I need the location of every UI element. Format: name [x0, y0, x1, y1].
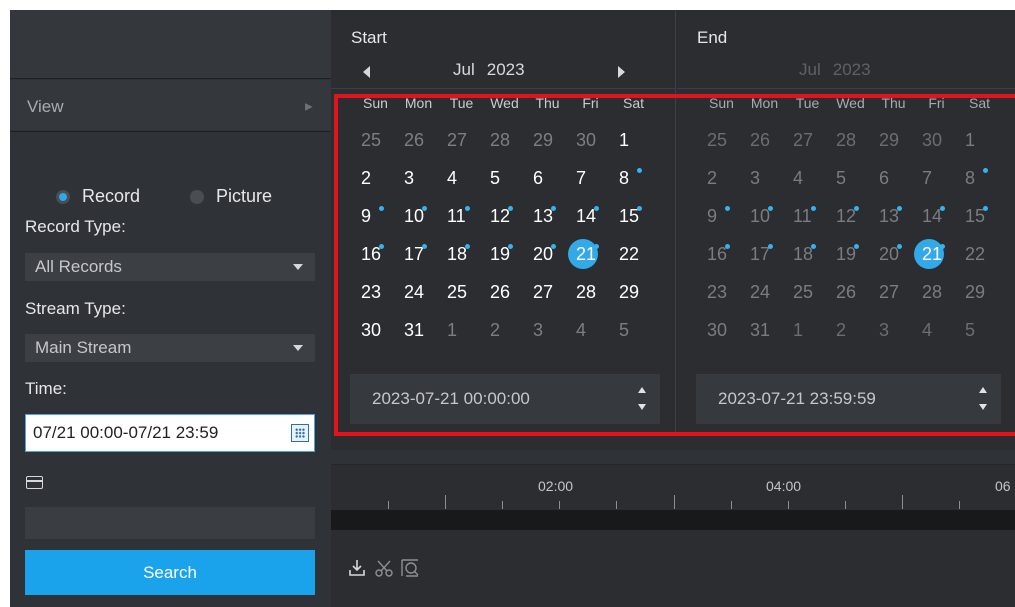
- caret-down-icon: [293, 264, 303, 270]
- timeline-tick: [788, 501, 789, 509]
- time-range-field[interactable]: 07/21 00:00-07/21 23:59: [25, 414, 315, 452]
- panel-header: [10, 10, 331, 79]
- radio-dot: [190, 189, 204, 204]
- timeline-tick: [731, 501, 732, 509]
- month-nav: Jul 2023: [331, 54, 675, 88]
- timeline-tick: [445, 495, 446, 509]
- timeline-tick: [902, 495, 903, 509]
- caret-down-icon: [293, 345, 303, 351]
- picture-radio-label: Picture: [216, 186, 273, 206]
- next-month-icon[interactable]: [618, 66, 625, 78]
- year-label: 2023: [832, 60, 871, 79]
- end-title: End: [697, 28, 728, 47]
- timeline[interactable]: 02:00 04:00 06: [331, 465, 1015, 510]
- month-year: Jul 2023: [799, 60, 871, 80]
- record-radio-label: Record: [82, 186, 141, 206]
- timeline-tick: [559, 501, 560, 509]
- timeline-label: 04:00: [766, 478, 802, 494]
- view-label: View: [27, 97, 64, 116]
- divider: [677, 88, 1015, 89]
- timeline-tick: [674, 495, 675, 509]
- timeline-track[interactable]: [331, 510, 1015, 530]
- time-range-value: 07/21 00:00-07/21 23:59: [33, 423, 219, 442]
- day-number: 21: [576, 243, 597, 264]
- year-label: 2023: [486, 60, 525, 79]
- timeline-tick: [845, 501, 846, 509]
- timeline-label: 06: [995, 478, 1011, 494]
- highlight-box: [334, 94, 1015, 436]
- month-label: Jul: [453, 60, 475, 79]
- download-icon[interactable]: [346, 557, 368, 579]
- divider: [10, 131, 331, 132]
- search-panel: View ▶ Record Picture Record Type: All R…: [10, 10, 331, 607]
- calendar-icon[interactable]: [291, 424, 309, 442]
- timeline-tick: [388, 501, 389, 509]
- record-type-label: Record Type:: [25, 217, 126, 236]
- month-year: Jul 2023: [453, 60, 525, 80]
- day-number: 21: [922, 243, 943, 264]
- card-number-field[interactable]: [25, 507, 315, 539]
- start-title: Start: [351, 28, 387, 47]
- scissors-icon[interactable]: [373, 557, 395, 579]
- stream-type-label: Stream Type:: [25, 299, 126, 318]
- radio-dot: [56, 189, 70, 204]
- view-row[interactable]: View ▶: [10, 80, 331, 130]
- timeline-label: 02:00: [538, 478, 574, 494]
- timeline-header: [331, 450, 1015, 465]
- timeline-tick: [616, 501, 617, 509]
- zoom-frame-icon[interactable]: [399, 557, 421, 579]
- month-label: Jul: [799, 60, 821, 79]
- timeline-tick: [502, 501, 503, 509]
- record-radio[interactable]: Record: [56, 186, 140, 207]
- card-icon[interactable]: [26, 476, 43, 489]
- search-button[interactable]: Search: [25, 550, 315, 595]
- timeline-tick: [959, 501, 960, 509]
- prev-month-icon[interactable]: [363, 66, 370, 78]
- record-type-select[interactable]: All Records: [25, 253, 315, 281]
- chevron-right-icon: ▶: [305, 101, 313, 113]
- divider: [331, 88, 675, 89]
- record-type-value: All Records: [35, 257, 122, 276]
- time-label: Time:: [25, 379, 67, 398]
- playback-window: View ▶ Record Picture Record Type: All R…: [10, 10, 1015, 607]
- month-nav: Jul 2023: [677, 54, 1015, 88]
- stream-type-value: Main Stream: [35, 338, 132, 357]
- stream-type-select[interactable]: Main Stream: [25, 334, 315, 362]
- picture-radio[interactable]: Picture: [190, 186, 272, 207]
